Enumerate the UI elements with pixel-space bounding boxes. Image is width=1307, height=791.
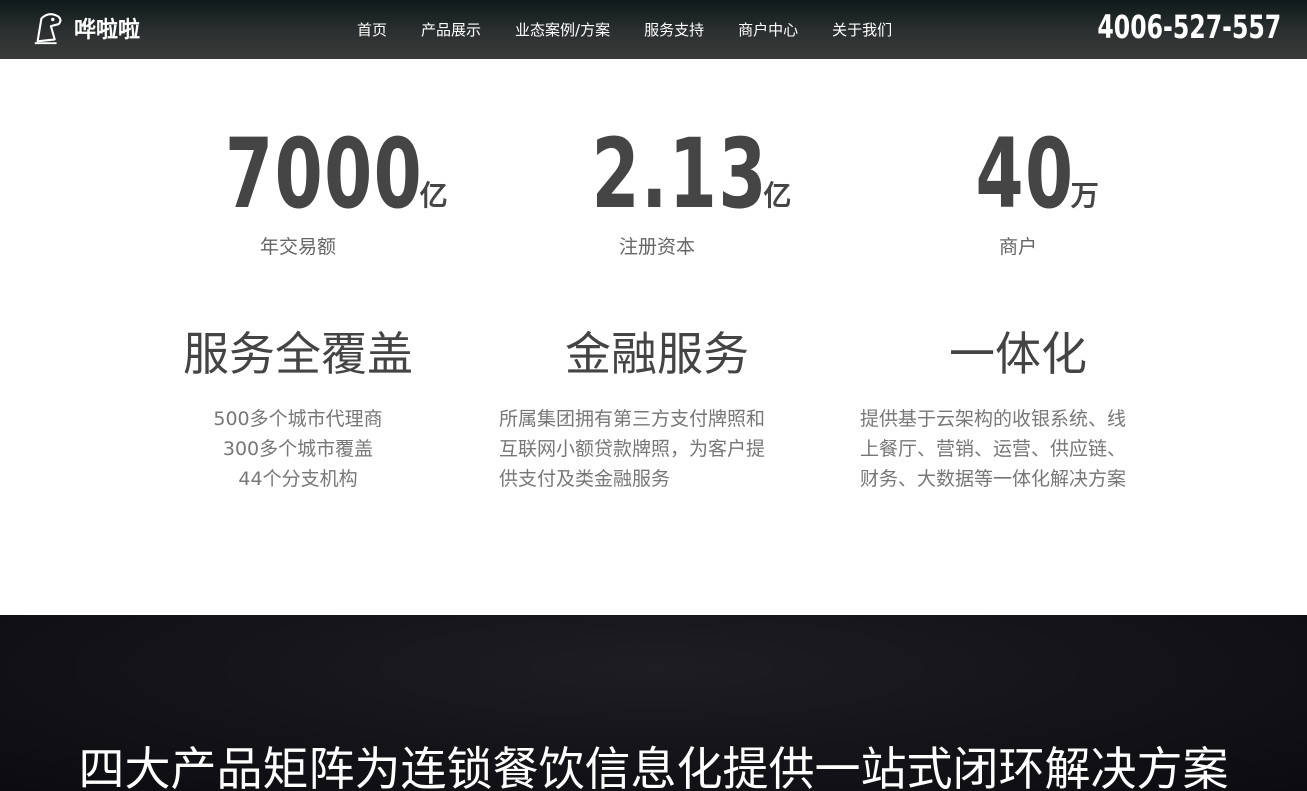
top-header: 哗啦啦 首页 产品展示 业态案例/方案 服务支持 商户中心 关于我们 4006-… <box>0 0 1307 59</box>
stat-value: 2.13 <box>591 118 768 230</box>
nav-home[interactable]: 首页 <box>357 19 387 40</box>
feature-coverage: 服务全覆盖 500多个城市代理商 300多个城市覆盖 44个分支机构 <box>118 324 478 494</box>
nav-cases[interactable]: 业态案例/方案 <box>515 19 610 40</box>
stat-label: 商户 <box>998 236 1037 258</box>
stat-unit: 亿 <box>419 179 448 212</box>
feature-finance: 金融服务 所属集团拥有第三方支付牌照和 互联网小额贷款牌照，为客户提 供支付及类… <box>477 324 837 494</box>
bird-logo-icon <box>34 13 62 45</box>
feature-line: 供支付及类金融服务 <box>499 468 671 490</box>
main-nav: 首页 产品展示 业态案例/方案 服务支持 商户中心 关于我们 <box>340 0 909 59</box>
stat-merchants: 40 万 商户 <box>838 122 1198 259</box>
stat-label: 注册资本 <box>618 236 695 258</box>
feature-line: 提供基于云架构的收银系统、线 <box>860 408 1127 430</box>
feature-title: 一体化 <box>949 327 1087 381</box>
stat-annual-volume: 7000 亿 年交易额 <box>118 122 478 259</box>
stat-value: 7000 <box>225 118 424 230</box>
nav-merchant-center[interactable]: 商户中心 <box>738 19 798 40</box>
feature-line: 44个分支机构 <box>238 468 358 490</box>
nav-support[interactable]: 服务支持 <box>644 19 704 40</box>
feature-description: 所属集团拥有第三方支付牌照和 互联网小额贷款牌照，为客户提 供支付及类金融服务 <box>477 404 837 494</box>
feature-line: 300多个城市覆盖 <box>222 438 374 460</box>
nav-products[interactable]: 产品展示 <box>421 19 481 40</box>
logo-text: 哗啦啦 <box>74 18 141 43</box>
feature-integration: 一体化 提供基于云架构的收银系统、线 上餐厅、营销、运营、供应链、 财务、大数据… <box>838 324 1198 494</box>
product-matrix-banner: 四大产品矩阵为连锁餐饮信息化提供一站式闭环解决方案 <box>0 615 1307 791</box>
feature-description: 500多个城市代理商 300多个城市覆盖 44个分支机构 <box>118 404 478 494</box>
stat-unit: 万 <box>1070 179 1099 212</box>
logo[interactable]: 哗啦啦 <box>30 8 140 48</box>
stat-value: 40 <box>975 118 1075 230</box>
feature-line: 上餐厅、营销、运营、供应链、 <box>860 438 1127 460</box>
nav-about[interactable]: 关于我们 <box>832 19 892 40</box>
feature-title: 金融服务 <box>565 327 749 381</box>
feature-line: 500多个城市代理商 <box>213 408 383 430</box>
feature-title: 服务全覆盖 <box>183 327 413 381</box>
hotline-phone[interactable]: 4006-527-557 <box>1097 8 1281 46</box>
feature-line: 所属集团拥有第三方支付牌照和 <box>499 408 766 430</box>
banner-title: 四大产品矩阵为连锁餐饮信息化提供一站式闭环解决方案 <box>78 742 1229 791</box>
feature-line: 财务、大数据等一体化解决方案 <box>860 468 1127 490</box>
stat-registered-capital: 2.13 亿 注册资本 <box>477 122 837 259</box>
stat-label: 年交易额 <box>259 236 336 258</box>
feature-line: 互联网小额贷款牌照，为客户提 <box>499 438 766 460</box>
feature-description: 提供基于云架构的收银系统、线 上餐厅、营销、运营、供应链、 财务、大数据等一体化… <box>838 404 1198 494</box>
